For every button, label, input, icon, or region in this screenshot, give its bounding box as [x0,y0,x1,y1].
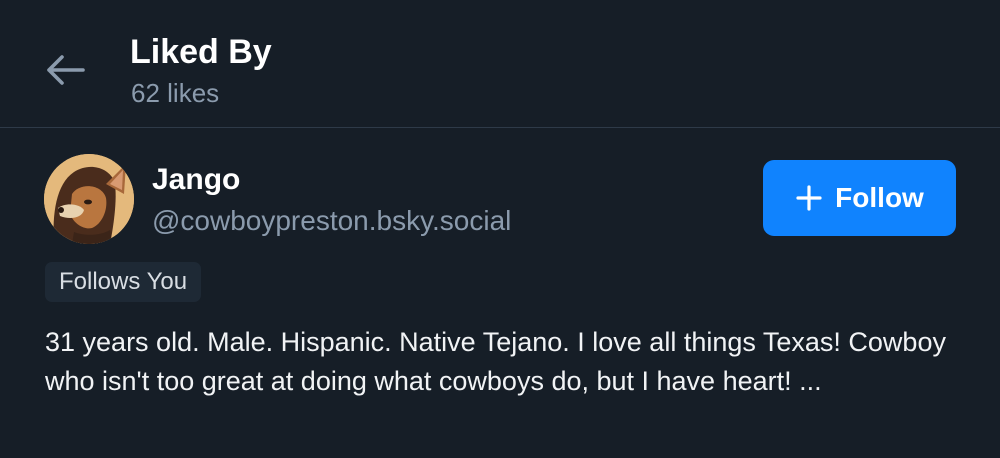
follows-you-badge: Follows You [45,262,202,302]
user-bio: 31 years old. Male. Hispanic. Native Tej… [45,327,946,396]
follow-button[interactable]: Follow [763,160,956,236]
user-handle: @cowboypreston.bsky.social [152,205,512,236]
back-button[interactable] [36,46,94,94]
avatar-image [44,154,134,244]
likes-count: 62 likes [131,78,220,108]
user-display-name: Jango [152,163,241,196]
page-header: Liked By 62 likes [0,0,1000,128]
plus-icon [796,185,822,211]
user-list-item[interactable]: Jango @cowboypreston.bsky.social Follow … [0,128,1000,458]
avatar[interactable] [44,154,134,244]
page-title: Liked By [130,33,272,71]
arrow-left-icon [47,55,85,85]
follow-button-label: Follow [835,182,924,213]
